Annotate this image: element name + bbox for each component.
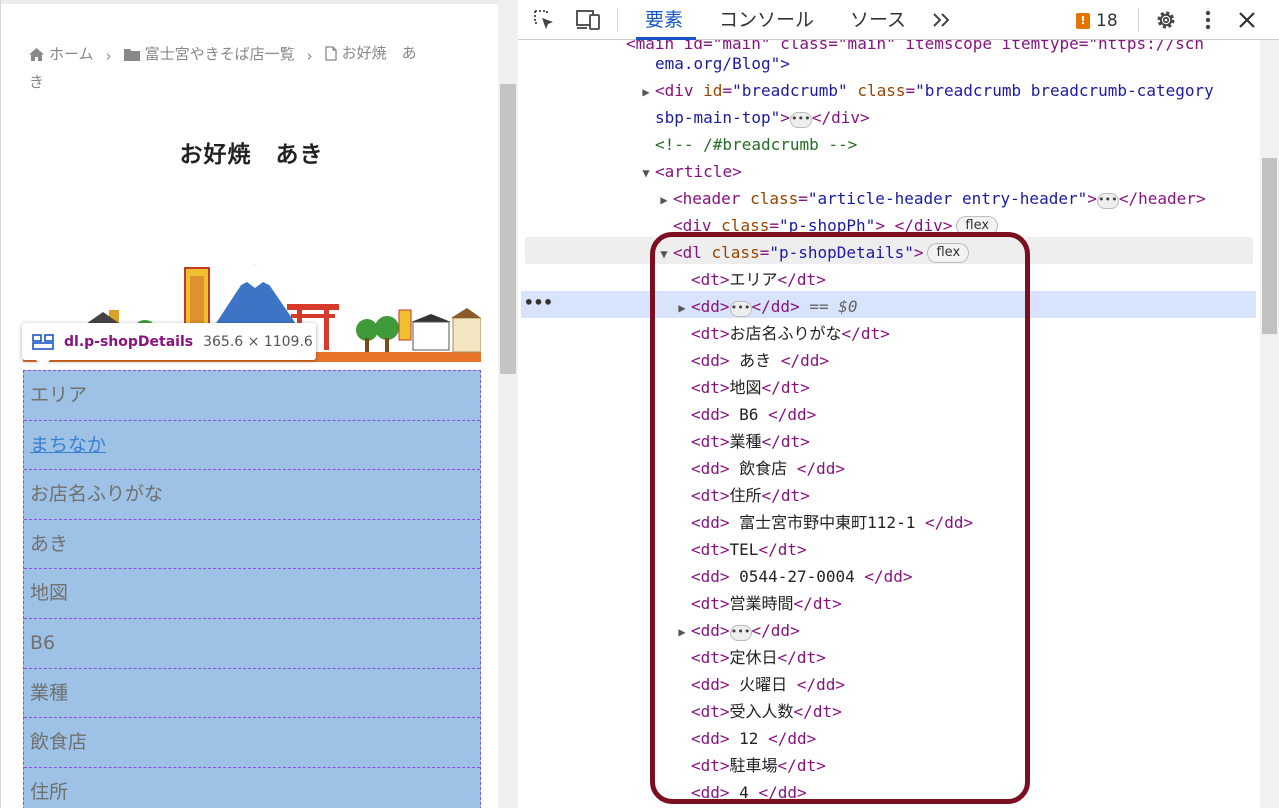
breadcrumb-category-label: 富士宮やきそば店一覧 (144, 45, 295, 63)
preview-top-border (1, 0, 498, 4)
tab-sources[interactable]: ソース (850, 0, 906, 40)
breadcrumb-separator: › (306, 46, 313, 65)
area-link[interactable]: まちなか (30, 434, 106, 456)
shop-details-row: 業種 (24, 669, 480, 719)
breadcrumb-separator: › (105, 46, 112, 65)
home-icon (29, 47, 44, 61)
settings-button[interactable] (1152, 0, 1180, 40)
collapse-arrow-icon[interactable]: ▼ (637, 160, 655, 187)
breadcrumb-home-label: ホーム (49, 45, 94, 63)
flex-layout-icon (32, 333, 54, 350)
kebab-menu-icon (1205, 10, 1211, 30)
tree-node-breadcrumb-cont: sbp-main-top">•••</div> (655, 108, 870, 128)
breadcrumb-current-label: お好焼 あ (341, 44, 417, 62)
element-inspect-tooltip: dl.p-shopDetails 365.6 × 1109.6 (22, 323, 316, 367)
expand-arrow-icon[interactable]: ▶ (655, 187, 673, 214)
issues-flag-icon: ! (1076, 13, 1090, 29)
chevron-double-right-icon (933, 13, 950, 27)
toolbar-divider (617, 8, 618, 32)
toolbar-divider (1138, 8, 1139, 32)
inspect-icon (534, 10, 553, 29)
devtools-scrollbar-thumb[interactable] (1262, 158, 1277, 334)
collapsed-content-ellipsis[interactable]: ••• (1096, 193, 1119, 209)
page-title: お好焼 あき (179, 142, 324, 168)
close-icon (1239, 12, 1255, 28)
tree-node-header[interactable]: ▶ <header class="article-header entry-hea… (518, 185, 1259, 212)
shop-details-row: お店名ふりがな (24, 470, 480, 520)
expand-arrow-icon[interactable]: ▶ (637, 79, 655, 106)
breadcrumb-current-label-wrap: き (29, 72, 45, 91)
device-mode-icon (576, 10, 600, 30)
tab-console[interactable]: コンソール (719, 0, 814, 40)
tree-line-main-cont: ema.org/Blog"> (655, 54, 790, 73)
folder-icon (123, 48, 140, 61)
shop-details-row: B6 (24, 619, 480, 669)
tree-node-article[interactable]: ▼ <article> (518, 158, 1259, 185)
shop-details-row: エリア (24, 371, 480, 421)
page-preview: ホーム › 富士宮やきそば店一覧 › お好焼 あ き お好焼 あき dl.p-s… (0, 0, 498, 808)
tooltip-dimensions: 365.6 × 1109.6 (203, 333, 313, 350)
close-devtools-button[interactable] (1234, 0, 1260, 40)
inspect-element-button[interactable] (530, 0, 558, 40)
breadcrumb-home[interactable]: ホーム (29, 41, 94, 67)
shop-details-row: あき (24, 520, 480, 570)
shop-details-list: エリアまちなかお店名ふりがな あき 地図 B6 業種 飲食店 住所 (23, 370, 481, 808)
red-highlight-annotation (650, 232, 1030, 804)
collapsed-content-ellipsis[interactable]: ••• (789, 112, 812, 128)
breadcrumb-current: お好焼 あ (324, 40, 417, 66)
device-toolbar-button[interactable] (572, 0, 604, 40)
tree-node-breadcrumb[interactable]: ▶ <div id="breadcrumb" class="breadcrumb … (518, 77, 1259, 104)
tree-comment: <!-- /#breadcrumb --> (655, 135, 858, 154)
issues-count: 18 (1096, 11, 1118, 31)
shop-details-row: 地図 (24, 569, 480, 619)
shop-details-row: 飲食店 (24, 718, 480, 768)
devtools-toolbar: 要素 コンソール ソース ! 18 (518, 0, 1279, 40)
breadcrumb-category[interactable]: 富士宮やきそば店一覧 (123, 41, 295, 67)
file-icon (324, 45, 337, 61)
issues-counter[interactable]: ! 18 (1076, 10, 1118, 32)
devtools-scrollbar[interactable] (1260, 40, 1279, 808)
tab-elements[interactable]: 要素 (645, 0, 683, 40)
breadcrumb: ホーム › 富士宮やきそば店一覧 › お好焼 あ き (29, 40, 474, 95)
shop-details-row: 住所 (24, 768, 480, 808)
tooltip-selector: dl.p-shopDetails (64, 333, 194, 350)
preview-scrollbar-thumb[interactable] (500, 84, 516, 374)
more-options-button[interactable] (1198, 0, 1218, 40)
gear-icon (1157, 11, 1175, 29)
more-tabs-button[interactable] (928, 0, 956, 40)
shop-details-row: まちなか (24, 421, 480, 471)
